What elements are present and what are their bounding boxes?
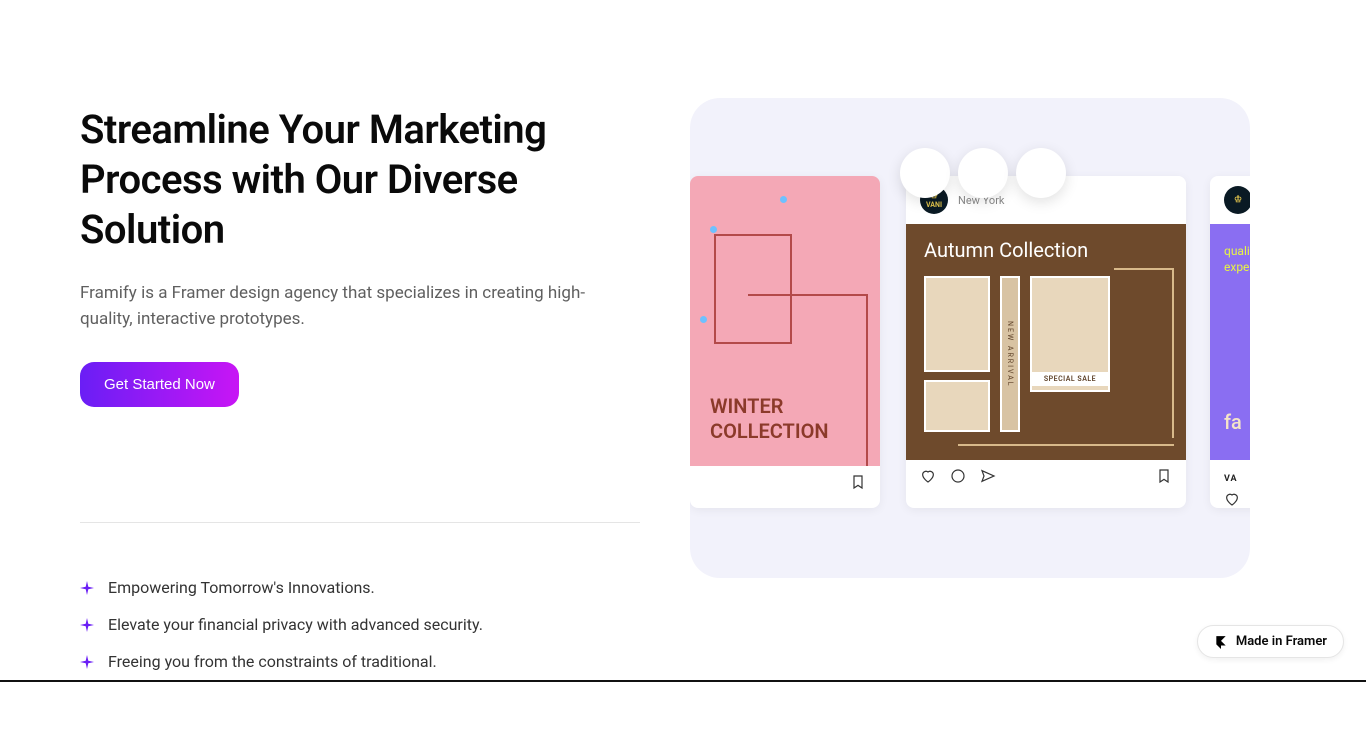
card-caption: WINTER COLLECTION	[710, 394, 880, 444]
hero-subhead: Framify is a Framer design agency that s…	[80, 281, 620, 332]
decorative-dot	[780, 196, 787, 203]
card-header: ♔	[1210, 176, 1250, 224]
showcase-card-right[interactable]: ♔ quali exper fa VA	[1210, 176, 1250, 508]
showcase-card-winter[interactable]: WINTER COLLECTION	[690, 176, 880, 508]
send-icon[interactable]	[980, 468, 996, 484]
decorative-line	[1114, 268, 1174, 270]
bookmark-icon[interactable]	[1156, 468, 1172, 484]
decorative-dot	[700, 316, 707, 323]
framer-badge-label: Made in Framer	[1236, 634, 1327, 649]
card-title: Autumn Collection	[924, 238, 1168, 262]
heart-icon[interactable]	[920, 468, 936, 484]
thumbnail-strip: NEW ARRIVAL	[1000, 276, 1020, 432]
section-divider	[80, 522, 640, 523]
made-in-framer-badge[interactable]: Made in Framer	[1197, 625, 1344, 658]
sparkle-icon	[80, 581, 94, 595]
hero-headline: Streamline Your Marketing Process with O…	[80, 105, 640, 255]
feature-item: Freeing you from the constraints of trad…	[80, 652, 640, 671]
card-caption: fa	[1224, 410, 1242, 434]
features-list: Empowering Tomorrow's Innovations. Eleva…	[80, 578, 640, 671]
decorative-line	[1172, 268, 1174, 438]
thumbnail: SPECIAL SALE	[1030, 276, 1110, 392]
brand-badge-label: VANI	[926, 201, 942, 209]
feature-item: Empowering Tomorrow's Innovations.	[80, 578, 640, 597]
framer-icon	[1214, 635, 1228, 649]
comment-icon[interactable]	[950, 468, 966, 484]
sparkle-icon	[80, 655, 94, 669]
feature-text: Elevate your financial privacy with adva…	[108, 615, 483, 634]
card-body: Autumn Collection NEW ARRIVAL SPECIAL SA…	[906, 224, 1186, 460]
thumbnail	[924, 276, 990, 372]
card-actions	[1210, 491, 1250, 508]
avatar-dot	[900, 148, 950, 198]
feature-item: Elevate your financial privacy with adva…	[80, 615, 640, 634]
showcase-card-autumn[interactable]: ♔ VANI New York Autumn Collection NE	[906, 176, 1186, 508]
decorative-dot	[710, 226, 717, 233]
sparkle-icon	[80, 618, 94, 632]
sale-label: SPECIAL SALE	[1032, 372, 1108, 386]
heart-icon[interactable]	[1224, 491, 1240, 507]
avatar-dots	[900, 148, 1066, 198]
card-media: WINTER COLLECTION	[690, 176, 880, 466]
feature-text: Empowering Tomorrow's Innovations.	[108, 578, 375, 597]
showcase-panel: WINTER COLLECTION ♔ VANI New York	[690, 98, 1250, 578]
card-actions	[690, 466, 880, 498]
brand-badge: ♔	[1224, 186, 1250, 214]
bookmark-icon[interactable]	[850, 474, 866, 490]
decorative-line	[958, 444, 1174, 446]
feature-text: Freeing you from the constraints of trad…	[108, 652, 437, 671]
overlay-text: quali exper	[1224, 244, 1250, 275]
brand-label: VA	[1224, 474, 1238, 484]
avatar-dot	[958, 148, 1008, 198]
thumbnail	[924, 380, 990, 432]
strip-label: NEW ARRIVAL	[1006, 321, 1014, 388]
get-started-button[interactable]: Get Started Now	[80, 362, 239, 407]
card-actions	[906, 460, 1186, 492]
card-body: quali exper fa	[1210, 224, 1250, 460]
avatar-dot	[1016, 148, 1066, 198]
